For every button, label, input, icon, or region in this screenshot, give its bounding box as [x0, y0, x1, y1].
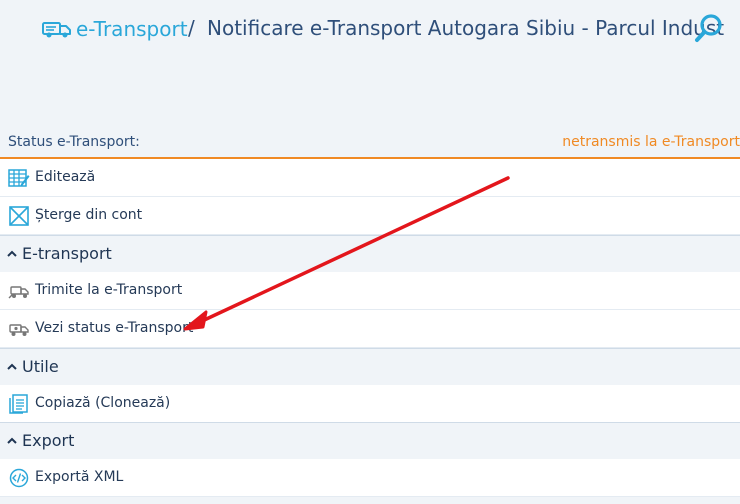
chevron-up-icon [7, 437, 17, 444]
search-icon[interactable] [694, 12, 724, 44]
truck-icon [42, 22, 71, 38]
section-utile[interactable]: Utile [0, 348, 740, 385]
copy-clone-action[interactable]: Copiază (Clonează) [0, 385, 740, 423]
status-value: netransmis la e-Transport [562, 134, 740, 150]
send-e-transport-label: Trimite la e-Transport [35, 282, 183, 298]
send-truck-icon [8, 286, 29, 299]
delete-label: Șterge din cont [35, 207, 143, 223]
view-status-action[interactable]: Vezi status e-Transport [0, 310, 740, 348]
status-label: Status e-Transport: [8, 134, 140, 150]
edit-grid-icon [8, 169, 30, 187]
export-xml-label: Exportă XML [35, 469, 124, 485]
send-e-transport-action[interactable]: Trimite la e-Transport [0, 272, 740, 310]
view-status-label: Vezi status e-Transport [35, 320, 194, 336]
copy-document-icon [9, 394, 28, 414]
delete-box-icon [9, 206, 29, 226]
section-export[interactable]: Export [0, 422, 740, 459]
chevron-up-icon [7, 363, 17, 370]
chevron-up-icon [7, 250, 17, 257]
export-xml-action[interactable]: Exportă XML [0, 459, 740, 497]
brand-label[interactable]: e-Transport [76, 17, 188, 41]
section-title: Utile [22, 357, 59, 376]
toolbar-spacer [0, 64, 740, 128]
delete-action[interactable]: Șterge din cont [0, 197, 740, 235]
copy-clone-label: Copiază (Clonează) [35, 395, 171, 411]
edit-action[interactable]: Editează [0, 159, 740, 197]
edit-label: Editează [35, 169, 96, 185]
brand-link[interactable]: e-Transport [42, 16, 188, 42]
header-bar: e-Transport / Notificare e-Transport Aut… [0, 0, 740, 56]
status-row: Status e-Transport: netransmis la e-Tran… [0, 128, 740, 159]
view-status-truck-icon [9, 324, 29, 336]
breadcrumb-separator: / [188, 16, 195, 40]
xml-export-icon [9, 468, 29, 488]
section-title: Export [22, 431, 75, 450]
page-title: Notificare e-Transport Autogara Sibiu - … [207, 16, 725, 40]
section-title: E-transport [22, 244, 112, 263]
section-e-transport[interactable]: E-transport [0, 235, 740, 272]
